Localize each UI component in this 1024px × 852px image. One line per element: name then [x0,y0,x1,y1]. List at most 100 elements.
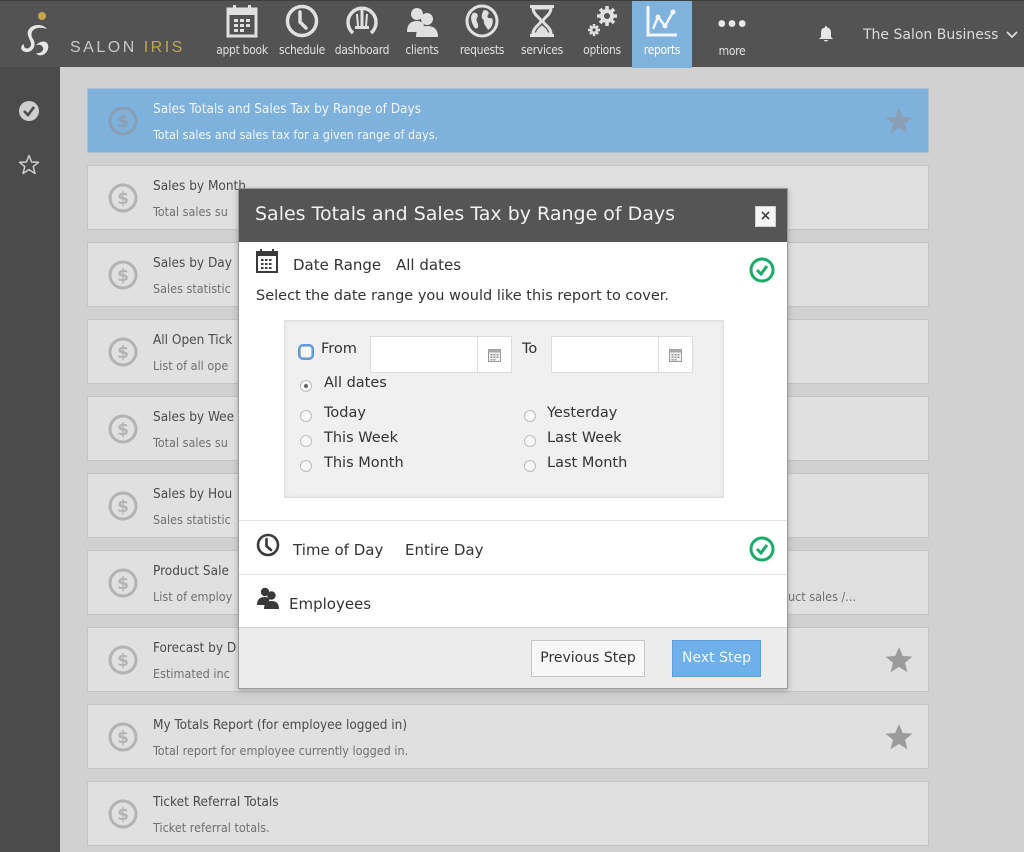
radio-yesterday[interactable] [524,410,536,422]
nav-dashboard[interactable]: dashboard [332,1,392,68]
option-all-dates[interactable]: All dates [324,375,387,391]
report-title: Product Sale [153,563,229,579]
svg-text:$: $ [117,420,129,440]
dollar-icon: $ [108,106,138,136]
account-name: The Salon Business [863,27,999,43]
time-of-day-value: Entire Day [405,541,484,559]
step-time-of-day[interactable]: Time of Day Entire Day [239,521,787,575]
dollar-icon: $ [108,645,138,675]
nav-services[interactable]: services [512,1,572,68]
time-of-day-label: Time of Day [293,541,384,559]
from-label: From [321,341,357,357]
next-step-button[interactable]: Next Step [672,640,761,677]
logo-text: SALON IRIS [70,39,185,56]
report-title: Sales by Day [153,255,232,271]
dollar-icon: $ [108,722,138,752]
employees-label: Employees [289,595,372,613]
svg-text:$: $ [117,189,129,209]
report-title: Forecast by D [153,640,237,656]
dollar-icon: $ [108,568,138,598]
report-list-item[interactable]: $ My Totals Report (for employee logged i… [87,704,929,769]
favorite-star-icon[interactable] [884,645,914,675]
option-this-week[interactable]: This Week [324,430,398,446]
nav-reports[interactable]: reports [632,1,692,68]
notifications-bell-icon[interactable] [817,25,835,43]
people-icon [257,587,279,609]
dialog-title: Sales Totals and Sales Tax by Range of D… [255,203,676,225]
option-yesterday[interactable]: Yesterday [547,405,617,421]
check-circle-icon[interactable] [18,100,40,122]
svg-text:$: $ [117,651,129,671]
dialog-header: Sales Totals and Sales Tax by Range of D… [239,189,787,242]
globe-icon [465,4,499,38]
salon-iris-logo[interactable]: SALON IRIS [16,9,206,61]
radio-custom-range[interactable] [300,346,312,358]
to-date-picker-button[interactable] [658,337,692,372]
close-button[interactable]: × [755,206,776,227]
report-wizard-dialog: Sales Totals and Sales Tax by Range of D… [238,188,788,689]
previous-step-button[interactable]: Previous Step [531,640,645,677]
nav-clients[interactable]: clients [392,1,452,68]
report-description-tail: uct sales /... [788,589,857,604]
report-description: List of all ope [153,358,229,373]
nav-more[interactable]: more [692,1,772,68]
radio-last-month[interactable] [524,460,536,472]
to-date-input[interactable] [552,337,658,372]
report-description: Sales statistic [153,512,231,527]
report-title: Ticket Referral Totals [153,794,279,810]
report-list-item[interactable]: $ Ticket Referral Totals Ticket referral t… [87,781,929,846]
report-list-item[interactable]: $ Sales Totals and Sales Tax by Range of … [87,88,929,153]
report-title: Sales by Hou [153,486,233,502]
report-description: Total sales su [153,204,228,219]
report-description: Total report for employee currently logg… [153,743,409,758]
star-outline-icon[interactable] [18,154,40,176]
radio-this-month[interactable] [300,460,312,472]
dialog-footer: Previous Step Next Step [239,627,787,688]
nav-appt-book[interactable]: appt book [212,1,272,68]
account-menu[interactable]: The Salon Business [863,27,1019,43]
date-range-instructions: Select the date range you would like thi… [256,288,670,304]
date-range-label: Date Range [293,256,382,274]
main-nav: appt book schedule dashboard clients req… [212,1,772,68]
report-title: Sales Totals and Sales Tax by Range of D… [153,101,422,117]
dollar-icon: $ [108,260,138,290]
from-date-picker-button[interactable] [477,337,511,372]
from-date-field[interactable] [370,336,512,373]
option-this-month[interactable]: This Month [324,455,404,471]
from-date-input[interactable] [371,337,477,372]
dollar-icon: $ [108,337,138,367]
calendar-icon [256,249,278,273]
report-title: Sales by Month [153,178,247,194]
success-check-icon [749,257,775,283]
hourglass-icon [525,4,559,38]
svg-text:$: $ [117,728,129,748]
left-sidebar [0,67,60,852]
nav-options[interactable]: options [572,1,632,68]
favorite-star-icon[interactable] [884,106,914,136]
top-navigation-bar: SALON IRIS appt book schedule dashboard … [0,0,1024,68]
report-title: Sales by Wee [153,409,235,425]
svg-text:$: $ [117,574,129,594]
to-label: To [522,341,538,357]
nav-schedule[interactable]: schedule [272,1,332,68]
favorite-star-icon[interactable] [884,722,914,752]
step-employees[interactable]: Employees [239,575,787,627]
option-last-month[interactable]: Last Month [547,455,627,471]
success-check-icon [749,536,775,562]
svg-text:$: $ [117,266,129,286]
option-last-week[interactable]: Last Week [547,430,622,446]
nav-requests[interactable]: requests [452,1,512,68]
radio-today[interactable] [300,410,312,422]
report-description: Total sales su [153,435,228,450]
ellipsis-icon [715,4,749,38]
option-today[interactable]: Today [324,405,366,421]
line-chart-icon [645,4,679,38]
radio-last-week[interactable] [524,435,536,447]
report-title: All Open Tick [153,332,233,348]
logo-mark-icon [21,12,49,56]
svg-text:$: $ [117,112,129,132]
report-description: Estimated inc [153,666,230,681]
radio-all-dates[interactable] [300,380,312,392]
to-date-field[interactable] [551,336,693,373]
radio-this-week[interactable] [300,435,312,447]
